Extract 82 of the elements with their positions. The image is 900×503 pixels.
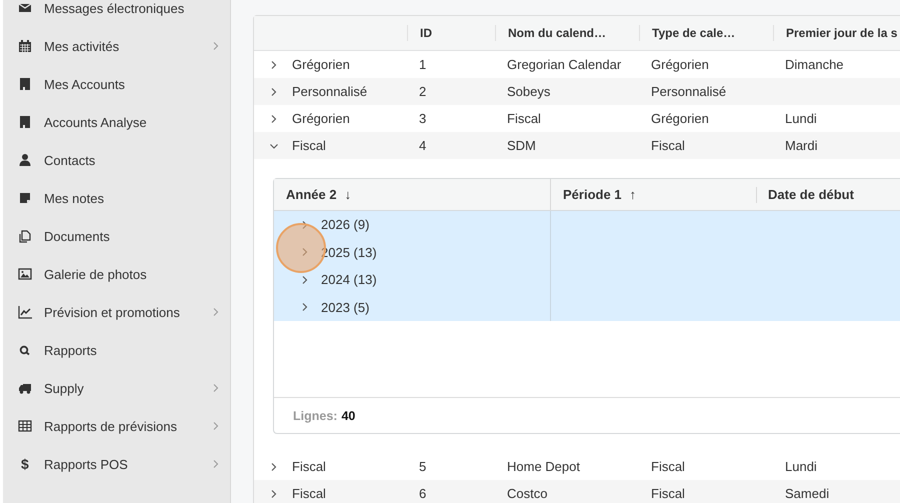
column-header[interactable]: Premier jour de la s	[773, 25, 900, 41]
group-label: 2024 (13)	[321, 272, 377, 288]
table-cell: 4	[419, 138, 426, 153]
table-cell: Fiscal	[292, 459, 326, 474]
table-cell: Sobeys	[507, 84, 550, 99]
person-icon	[18, 153, 32, 167]
table-cell: Home Depot	[507, 459, 580, 474]
image-icon	[18, 267, 32, 281]
sort-arrow[interactable]: ↑	[630, 187, 636, 202]
chevron-right-icon[interactable]	[269, 60, 279, 70]
search-icon	[18, 343, 32, 357]
table-cell: Grégorien	[292, 111, 350, 126]
sidebar-item[interactable]: Mes Accounts	[3, 65, 230, 103]
group-row[interactable]: 2024 (13)	[274, 266, 900, 294]
sidebar-item[interactable]: Accounts Analyse	[3, 103, 230, 141]
sidebar-item[interactable]: Contacts	[3, 141, 230, 179]
sort-arrow[interactable]: ↓	[344, 187, 352, 202]
table-row[interactable]: Personnalisé 2 Sobeys Personnalisé	[254, 78, 900, 105]
table-cell: Samedi	[785, 486, 830, 501]
chevron-right-icon[interactable]	[300, 274, 310, 285]
table-cell: Fiscal	[651, 459, 685, 474]
building-icon	[18, 77, 32, 91]
sidebar-item[interactable]: Prévision et promotions	[3, 293, 230, 331]
sidebar-item[interactable]: Rapports de prévisions	[3, 407, 230, 445]
table-cell: Mardi	[785, 138, 818, 153]
table-cell: 6	[419, 486, 426, 501]
calendar-icon	[18, 39, 32, 53]
table-cell: 2	[419, 84, 426, 99]
sidebar-item[interactable]: Mes notes	[3, 179, 230, 217]
table-cell: Fiscal	[651, 138, 685, 153]
sidebar-item[interactable]: Galerie de photos	[3, 255, 230, 293]
note-icon	[18, 191, 32, 205]
table-cell: Grégorien	[651, 57, 709, 72]
column-header[interactable]: Année 2	[286, 187, 337, 202]
sidebar-item[interactable]: Supply	[3, 369, 230, 407]
group-row[interactable]: 2026 (9)	[274, 211, 900, 238]
column-header[interactable]: ID	[407, 25, 495, 41]
table-cell: Fiscal	[292, 486, 326, 501]
table-cell: Lundi	[785, 111, 817, 126]
column-header[interactable]: Période 1	[563, 187, 622, 202]
dollar-icon: $	[18, 457, 29, 471]
table-cell: Fiscal	[292, 138, 326, 153]
sidebar-item[interactable]: Rapports	[3, 331, 230, 369]
group-label: 2023 (5)	[321, 300, 370, 315]
column-header[interactable]: Type de cale…	[639, 25, 773, 41]
sidebar-item[interactable]: Mes activités	[3, 27, 230, 65]
table-cell: 5	[419, 459, 426, 474]
table-cell: Fiscal	[507, 111, 541, 126]
table-cell: Grégorien	[292, 57, 350, 72]
row-count: 40	[341, 408, 356, 422]
table-cell: Gregorian Calendar	[507, 57, 622, 72]
table-cell: 3	[419, 111, 426, 126]
table-cell: Grégorien	[651, 111, 709, 126]
column-header[interactable]: Date de début	[768, 187, 854, 202]
chevron-right-icon[interactable]	[269, 114, 279, 124]
table-cell: Personnalisé	[292, 84, 368, 99]
chevron-right-icon[interactable]	[300, 220, 310, 230]
table-row[interactable]: Fiscal 4 SDM Fiscal Mardi	[254, 132, 900, 159]
table-row[interactable]: Fiscal 6 Costco Fiscal Samedi	[254, 480, 900, 503]
sidebar-item[interactable]: Documents	[3, 217, 230, 255]
chevron-right-icon[interactable]	[269, 488, 279, 498]
sidebar-item[interactable]: Messages électroniques	[3, 0, 230, 27]
row-count-label: Lignes:	[293, 408, 338, 422]
table-cell: Personnalisé	[651, 84, 726, 99]
group-row[interactable]: 2023 (5)	[274, 294, 900, 321]
line-chart-icon	[18, 305, 32, 319]
chevron-right-icon[interactable]	[269, 462, 279, 472]
building-icon	[18, 115, 32, 129]
truck-icon	[18, 381, 32, 395]
table-cell: Costco	[507, 486, 548, 501]
documents-icon	[18, 229, 32, 243]
table-cell: Dimanche	[785, 57, 844, 72]
chevron-right-icon[interactable]	[269, 86, 279, 96]
table-cell: Fiscal	[651, 486, 685, 501]
table-cell: Lundi	[785, 459, 817, 474]
table-cell: 1	[419, 57, 426, 72]
sidebar-item[interactable]: $ Rapports POS	[3, 445, 230, 483]
column-header[interactable]: Nom du calend…	[495, 25, 639, 41]
chevron-right-icon[interactable]	[300, 302, 310, 312]
table-cell: SDM	[507, 138, 536, 153]
table-icon	[18, 419, 32, 433]
group-label: 2026 (9)	[321, 217, 370, 232]
